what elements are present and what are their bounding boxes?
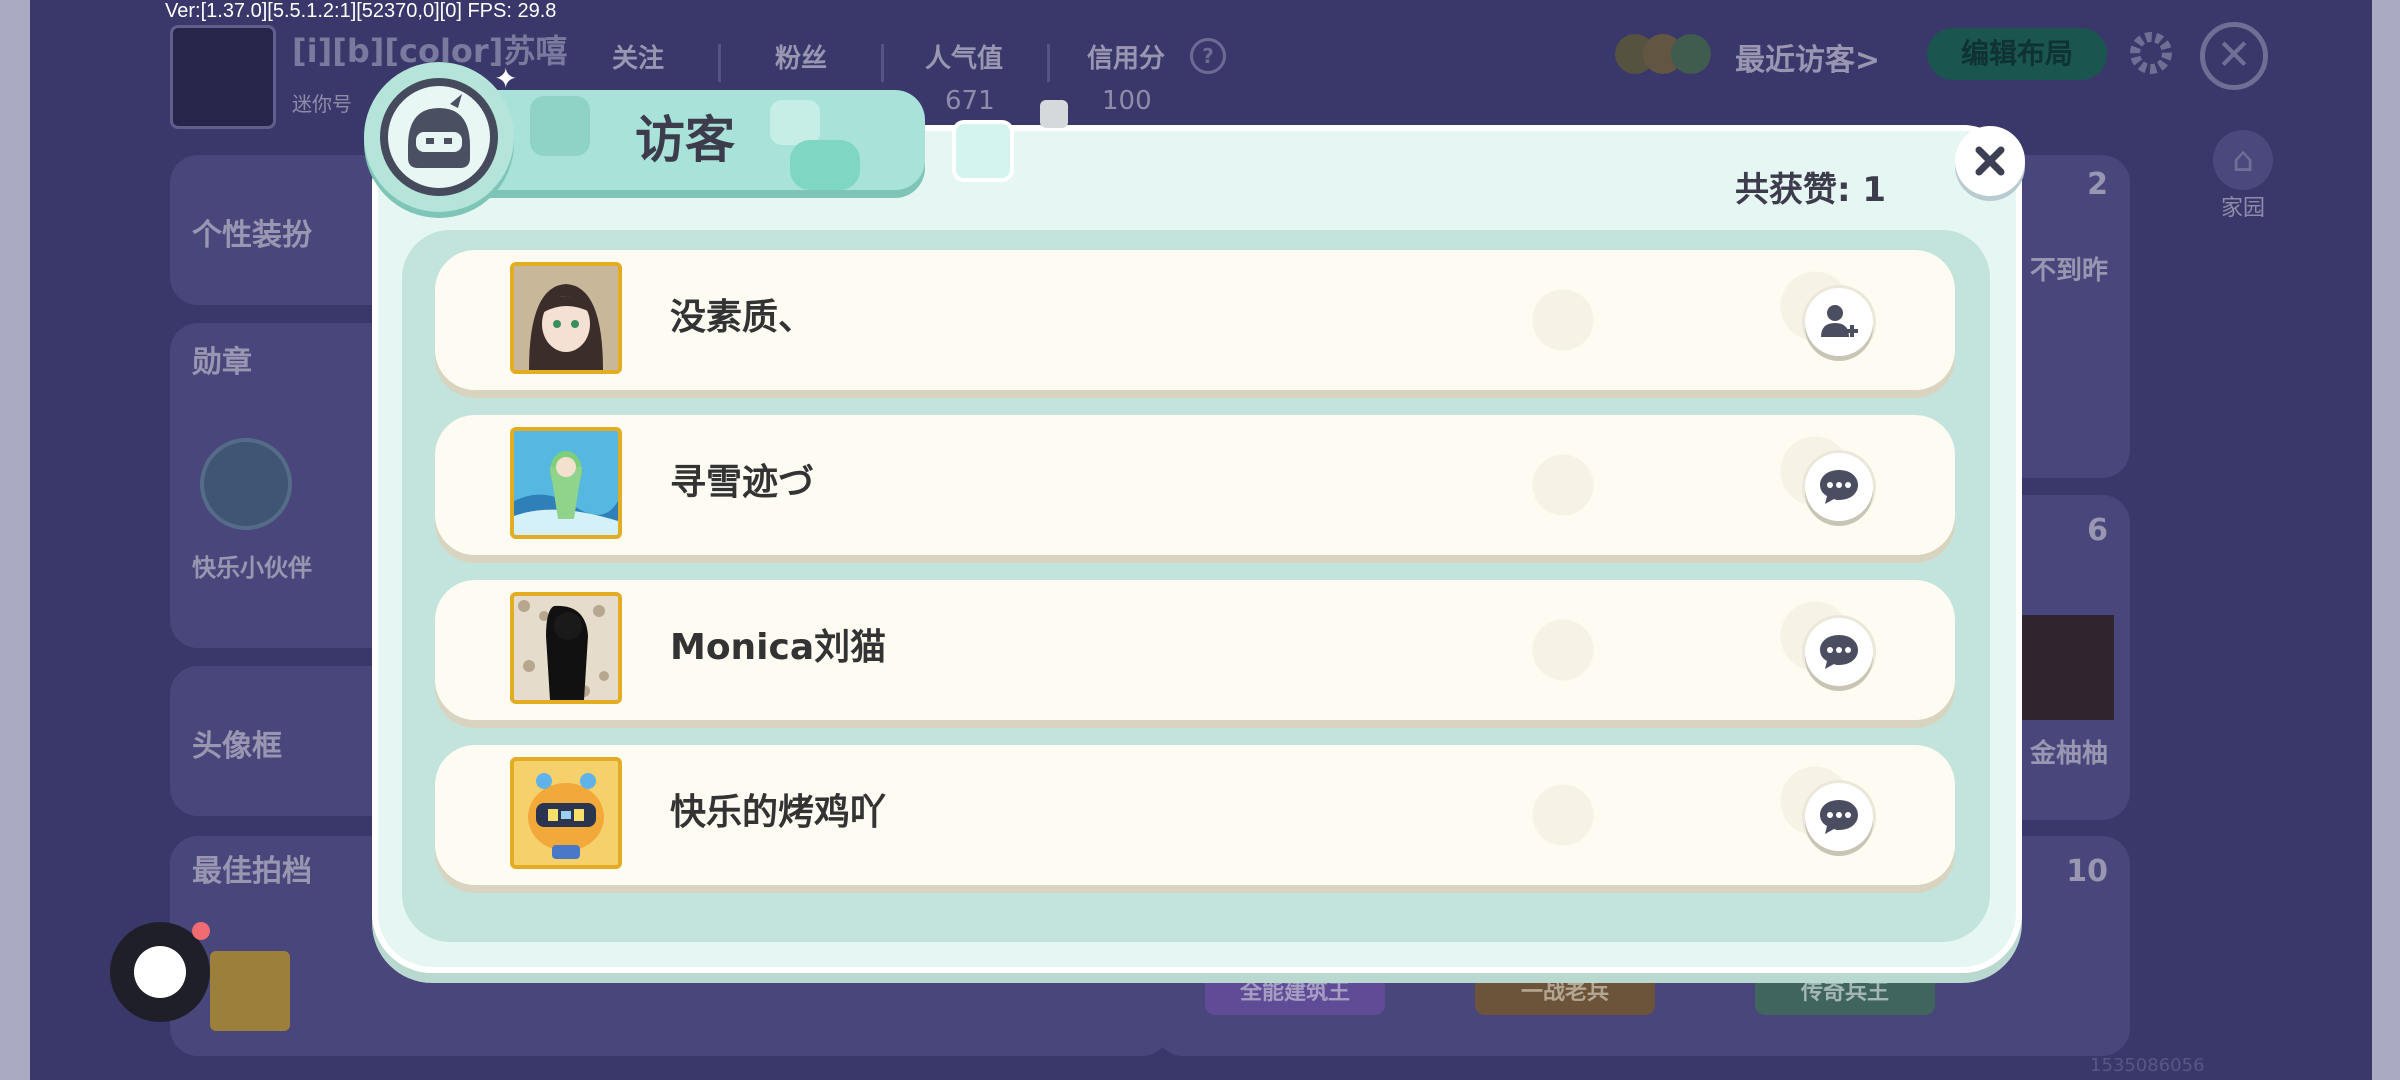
visitor-avatar[interactable] — [510, 427, 622, 539]
add-friend-icon — [1821, 305, 1858, 337]
home-label: 家园 — [2220, 196, 2265, 221]
chat-button[interactable] — [1805, 618, 1873, 686]
close-icon — [1975, 146, 2005, 176]
chat-icon — [1820, 800, 1858, 834]
record-dot — [134, 946, 186, 998]
edit-layout-button[interactable]: 编辑布局 — [1927, 28, 2107, 80]
medals-title: 勋章 — [192, 345, 252, 380]
add-friend-button[interactable] — [1805, 288, 1873, 356]
chat-icon — [1820, 470, 1858, 504]
medal-label: 快乐小伙伴 — [192, 554, 312, 582]
right-count-3: 10 — [2066, 854, 2108, 889]
floating-record-button[interactable] — [110, 922, 210, 1022]
badge-1-label: 全能建筑王 — [1239, 980, 1350, 1005]
frames-title: 头像框 — [192, 729, 282, 764]
mini-id-label: 迷你号 — [292, 92, 352, 116]
visitor-avatar[interactable] — [510, 262, 622, 374]
visitor-name: 没素质、 — [670, 297, 815, 338]
stat-credit-value: 100 — [1102, 86, 1152, 116]
title-deco-square-1 — [952, 120, 1014, 182]
home-button[interactable]: ⌂ 家园 — [2200, 130, 2286, 230]
badge-3[interactable]: 传奇兵王 — [1755, 971, 1935, 1015]
visitor-row[interactable]: 快乐的烤鸡吖 — [435, 745, 1955, 885]
visitor-row[interactable]: Monica刘猫 — [435, 580, 1955, 720]
badge-2-label: 一战老兵 — [1520, 980, 1609, 1005]
visitor-name: 寻雪迹づ — [670, 462, 815, 503]
visitor-avatar[interactable] — [510, 592, 622, 704]
stat-popularity-value: 671 — [945, 86, 995, 116]
sparkle-icon: ✦ — [494, 62, 518, 95]
visitor-avatar[interactable] — [510, 757, 622, 869]
profile-avatar[interactable] — [170, 25, 276, 129]
visitor-name: 快乐的烤鸡吖 — [670, 792, 887, 833]
right-count-2: 6 — [2087, 513, 2108, 548]
left-strip — [0, 0, 30, 1080]
right-thumbnail[interactable] — [2019, 615, 2114, 720]
visitor-name: Monica刘猫 — [670, 627, 887, 668]
recent-visitor-avatars[interactable] — [1615, 34, 1715, 76]
home-icon: ⌂ — [2213, 130, 2273, 190]
mascot-badge: ✦ — [364, 62, 518, 212]
footer-id: 1535086056 — [2090, 1055, 2205, 1076]
badge-1[interactable]: 全能建筑王 — [1205, 971, 1385, 1015]
dress-title: 个性装扮 — [192, 218, 312, 253]
total-likes: 共获赞: 1 — [1735, 170, 1887, 210]
badge-2[interactable]: 一战老兵 — [1475, 971, 1655, 1015]
right-text-1: 不到昨 — [2029, 256, 2108, 286]
dialog-close-button[interactable] — [1955, 126, 2025, 196]
stat-credit-label[interactable]: 信用分 — [1087, 38, 1165, 75]
help-icon[interactable]: ? — [1190, 38, 1226, 74]
gear-icon[interactable] — [2128, 30, 2174, 76]
edit-layout-label: 编辑布局 — [1960, 37, 2073, 70]
visitor-row[interactable]: 没素质、 — [435, 250, 1955, 390]
notification-dot — [192, 922, 210, 940]
stat-follow-label[interactable]: 关注 — [612, 38, 664, 75]
right-count-1: 2 — [2087, 167, 2108, 202]
title-deco-square-2 — [1040, 100, 1068, 128]
close-icon[interactable]: ✕ — [2200, 22, 2268, 90]
partner-avatar[interactable] — [210, 951, 290, 1031]
stat-popularity-label[interactable]: 人气值 — [925, 38, 1003, 75]
ninja-mascot-icon — [380, 78, 498, 196]
chat-icon — [1820, 635, 1858, 669]
right-text-2: 金柚柚 — [2029, 739, 2108, 769]
stat-fans-label[interactable]: 粉丝 — [775, 38, 827, 75]
chat-button[interactable] — [1805, 453, 1873, 521]
debug-text: Ver:[1.37.0][5.5.1.2:1][52370,0][0] FPS:… — [165, 0, 557, 22]
badge-3-label: 传奇兵王 — [1800, 980, 1889, 1005]
recent-visitors-link[interactable]: 最近访客> — [1735, 35, 1880, 79]
medal-icon[interactable] — [200, 438, 292, 530]
dialog-title: 访客 — [635, 111, 735, 169]
chat-button[interactable] — [1805, 783, 1873, 851]
partners-title: 最佳拍档 — [192, 854, 312, 889]
right-strip — [2372, 0, 2400, 1080]
visitor-row[interactable]: 寻雪迹づ — [435, 415, 1955, 555]
